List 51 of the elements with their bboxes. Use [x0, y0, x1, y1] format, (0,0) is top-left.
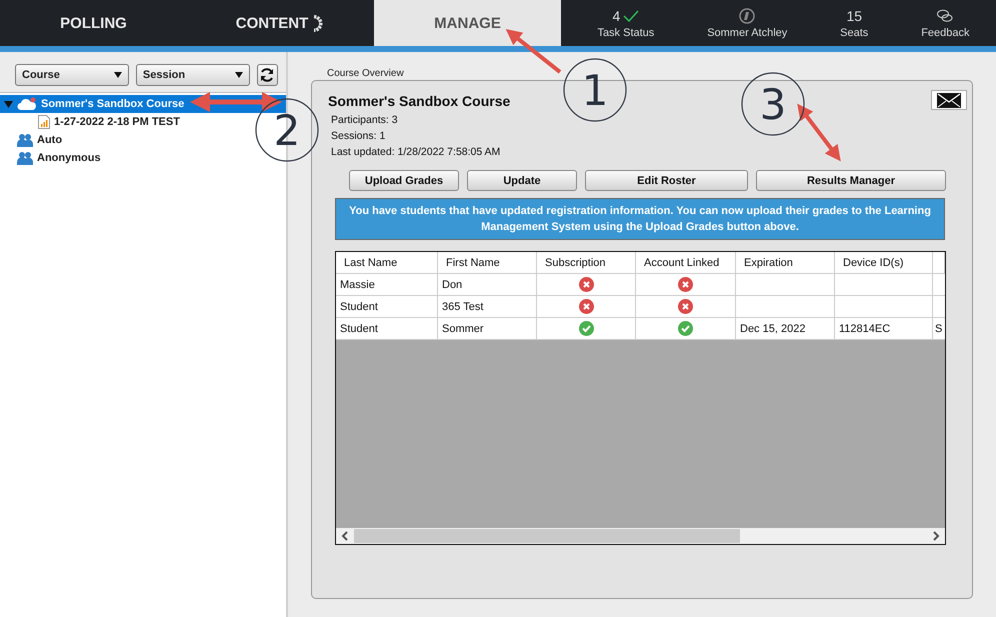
- course-detail: Last updated: 1/28/2022 7:58:05 AM: [330, 145, 502, 160]
- expand-toggle[interactable]: [4, 100, 13, 108]
- table-cell: 112814EC: [835, 318, 933, 340]
- seat-count: 15: [846, 8, 862, 24]
- table-cell: Sommer: [438, 318, 537, 340]
- refresh-button[interactable]: [256, 64, 278, 86]
- annotation-number: 2: [274, 106, 300, 155]
- horizontal-scrollbar[interactable]: [336, 528, 945, 544]
- course-title: Sommer's Sandbox Course: [328, 93, 510, 109]
- chart-document-icon: [38, 115, 50, 129]
- annotation-number: 1: [582, 66, 608, 115]
- user-badge-icon: [739, 8, 756, 24]
- nav-tab[interactable]: CONTENT: [187, 0, 374, 46]
- mail-button[interactable]: [931, 90, 967, 110]
- dropdown[interactable]: Session: [136, 64, 250, 86]
- dropdown[interactable]: Course: [15, 64, 129, 86]
- users-icon: [17, 133, 33, 147]
- annotation-arrow: [797, 104, 841, 162]
- notice-banner: You have students that have updated registration information. You can now upload their grades to the Learning Management System using the Upload Grades button above.: [335, 198, 945, 240]
- users-icon: [17, 151, 33, 165]
- caret-icon: [234, 72, 243, 78]
- annotation-circle: [741, 72, 805, 136]
- caret-icon: [114, 72, 122, 78]
- status-label[interactable]: Feedback: [921, 27, 970, 39]
- action-button[interactable]: Results Manager: [756, 170, 946, 191]
- table-cell: S: [933, 318, 945, 340]
- status-label[interactable]: Task Status: [597, 27, 654, 39]
- chat-bubbles-icon: [936, 9, 954, 23]
- course-detail: Participants: 3: [330, 113, 399, 128]
- tree-item[interactable]: Anonymous: [37, 152, 101, 164]
- nav-tab[interactable]: POLLING: [0, 0, 187, 46]
- action-button[interactable]: Update: [467, 170, 577, 191]
- nav-tab[interactable]: MANAGE: [374, 0, 561, 46]
- status-label[interactable]: Sommer Atchley: [707, 27, 788, 39]
- refresh-icon: [259, 67, 276, 83]
- action-button[interactable]: Upload Grades: [349, 170, 459, 191]
- annotation-circle: [255, 98, 319, 162]
- tree-item[interactable]: Auto: [37, 134, 62, 146]
- table-cell: Student: [336, 318, 438, 340]
- annotation-number: 3: [760, 80, 786, 129]
- table-cell: Dec 15, 2022: [736, 318, 835, 340]
- check-icon: [623, 10, 640, 22]
- group-label: Course Overview: [326, 68, 405, 80]
- annotation-circle: [563, 58, 627, 122]
- course-detail: Sessions: 1: [330, 129, 386, 144]
- tree-item[interactable]: 1-27-2022 2-18 PM TEST: [54, 116, 180, 128]
- status-label[interactable]: Seats: [840, 27, 868, 39]
- task-count: 4: [612, 8, 620, 24]
- cloud-icon: [17, 97, 37, 111]
- action-button[interactable]: Edit Roster: [585, 170, 748, 191]
- annotation-arrow: [506, 29, 562, 74]
